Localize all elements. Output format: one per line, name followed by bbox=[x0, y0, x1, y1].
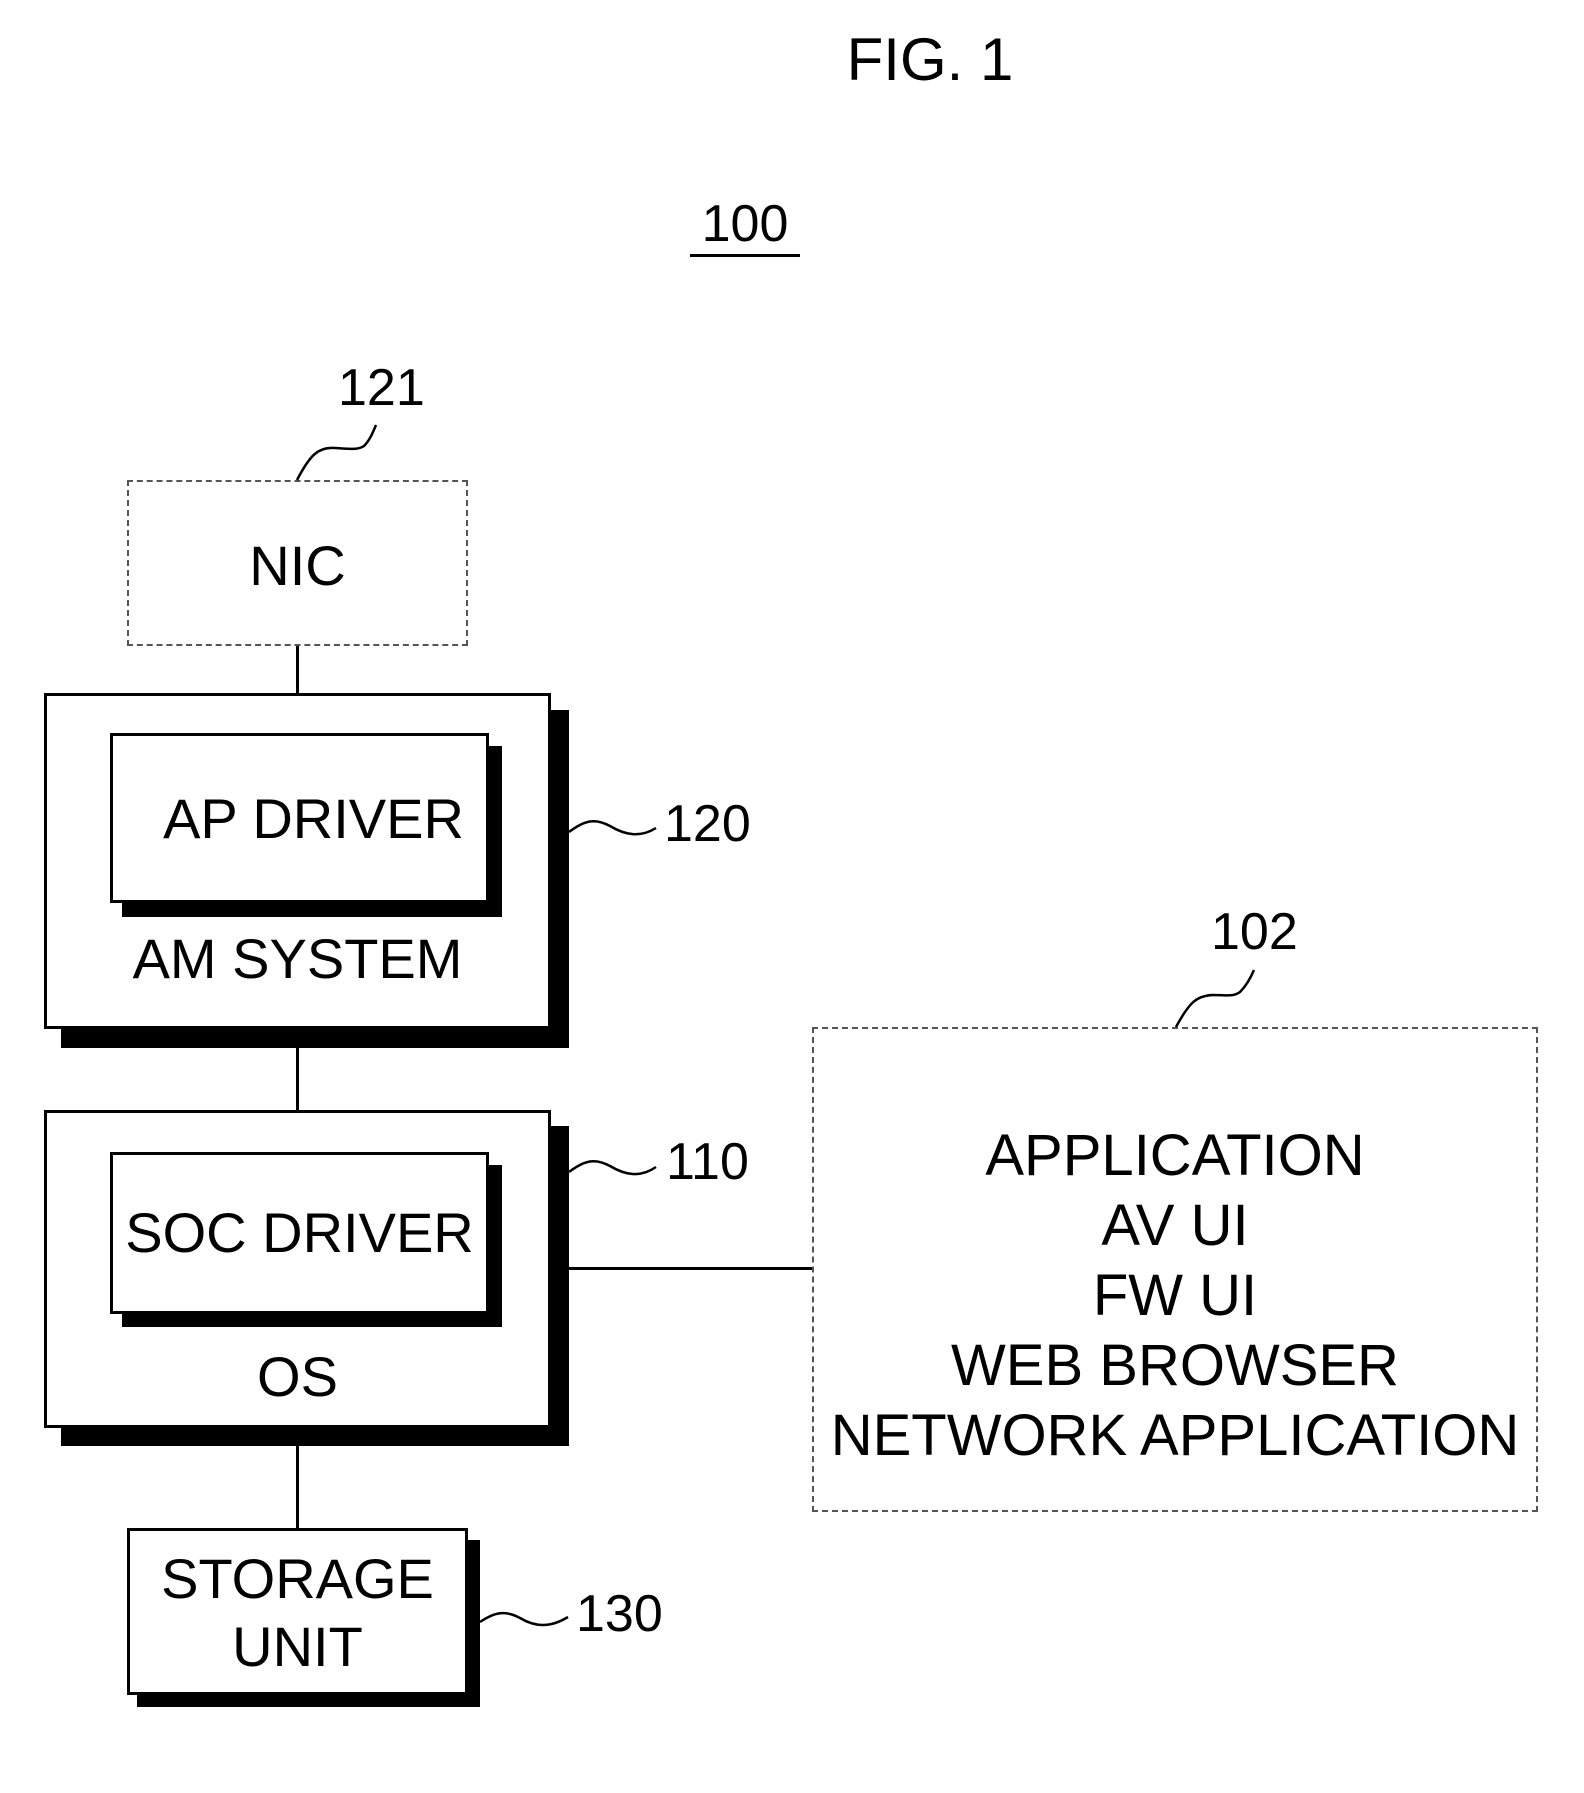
application-list: APPLICATION AV UI FW UI WEB BROWSER NETW… bbox=[814, 1121, 1536, 1471]
os-reference-numeral: 110 bbox=[666, 1133, 749, 1191]
leader-102 bbox=[1174, 969, 1256, 1028]
ap-driver-label: AP DRIVER bbox=[163, 787, 464, 850]
system-reference-numeral: 100 bbox=[690, 198, 800, 257]
soc-driver-label: SOC DRIVER bbox=[125, 1201, 474, 1264]
application-item: NETWORK APPLICATION bbox=[830, 1403, 1520, 1468]
connector-nic-am-system bbox=[296, 646, 299, 694]
application-box: APPLICATION AV UI FW UI WEB BROWSER NETW… bbox=[812, 1027, 1538, 1512]
storage-unit-box: STORAGE UNIT bbox=[127, 1528, 468, 1695]
nic-box: NIC bbox=[127, 480, 468, 646]
storage-unit-label-line2: UNIT bbox=[232, 1615, 363, 1678]
application-item: FW UI bbox=[1092, 1263, 1258, 1328]
connector-os-application bbox=[569, 1267, 813, 1270]
ap-driver-box: AP DRIVER bbox=[110, 733, 489, 903]
am-system-reference-numeral: 120 bbox=[664, 795, 751, 853]
nic-reference-numeral: 121 bbox=[338, 359, 425, 417]
figure-title: FIG. 1 bbox=[846, 26, 1014, 93]
storage-unit-label-line1: STORAGE bbox=[161, 1547, 434, 1610]
leader-110 bbox=[568, 1159, 657, 1176]
leader-120 bbox=[568, 819, 657, 836]
application-item: WEB BROWSER bbox=[951, 1333, 1399, 1398]
os-label: OS bbox=[257, 1345, 338, 1408]
leader-121 bbox=[295, 424, 378, 481]
leader-130 bbox=[479, 1611, 569, 1627]
soc-driver-box: SOC DRIVER bbox=[110, 1152, 489, 1314]
application-item: APPLICATION bbox=[985, 1123, 1365, 1188]
am-system-label: AM SYSTEM bbox=[132, 927, 463, 990]
connector-am-system-os bbox=[296, 1048, 299, 1111]
application-item: AV UI bbox=[1101, 1193, 1249, 1258]
storage-unit-reference-numeral: 130 bbox=[576, 1585, 663, 1643]
connector-os-storage bbox=[296, 1446, 299, 1528]
nic-label: NIC bbox=[249, 534, 346, 597]
application-reference-numeral: 102 bbox=[1211, 903, 1298, 961]
